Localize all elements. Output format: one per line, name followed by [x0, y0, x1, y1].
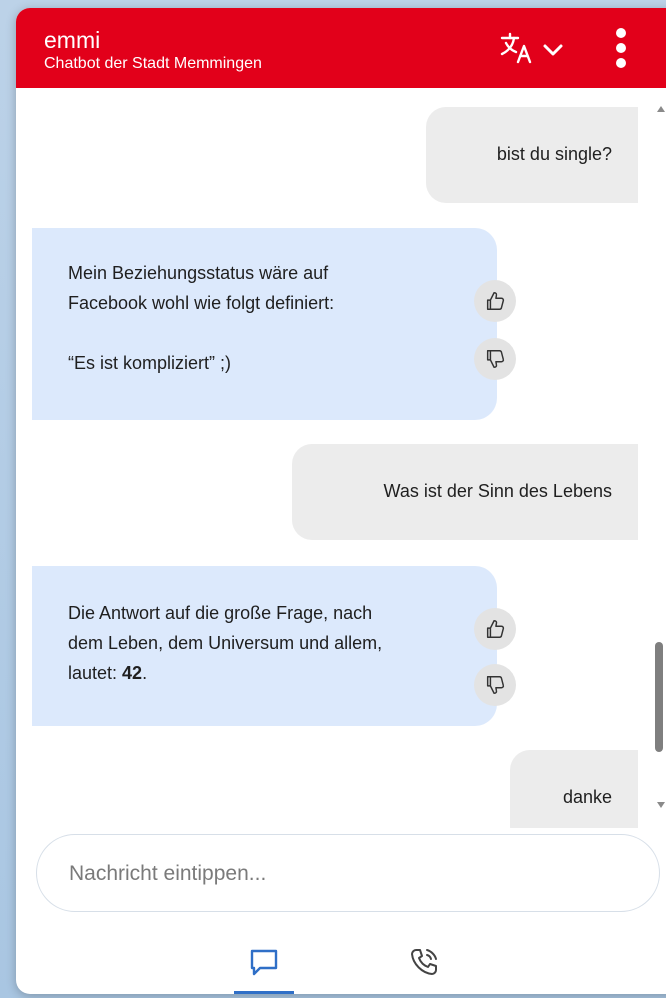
phone-call-icon	[411, 949, 437, 975]
more-vertical-icon	[616, 28, 626, 68]
tab-chat[interactable]	[234, 928, 294, 994]
chevron-down-icon	[543, 44, 563, 56]
message-input[interactable]	[67, 835, 631, 913]
bottom-tab-bar	[16, 928, 666, 994]
bot-name: emmi	[44, 27, 101, 53]
language-selector-button[interactable]	[500, 32, 566, 66]
thumbs-down-button[interactable]	[474, 664, 516, 706]
message-text: Was ist der Sinn des Lebens	[383, 481, 612, 501]
message-line: Facebook wohl wie folgt definiert:	[68, 293, 335, 313]
message-text: lautet:	[68, 663, 123, 683]
message-list: bist du single? Mein Beziehungsstatus wä…	[16, 88, 652, 828]
scroll-up-arrow-icon[interactable]	[657, 106, 665, 112]
message-line: Mein Beziehungsstatus wäre auf	[68, 263, 329, 283]
user-message: danke	[510, 750, 638, 828]
message-text: bist du single?	[496, 144, 612, 164]
chatbot-widget: emmi Chatbot der Stadt Memmingen bist du…	[16, 8, 666, 994]
bot-subtitle: Chatbot der Stadt Memmingen	[44, 55, 262, 72]
scroll-down-arrow-icon[interactable]	[657, 802, 665, 808]
chat-header: emmi Chatbot der Stadt Memmingen	[16, 8, 666, 88]
thumbs-up-button[interactable]	[474, 280, 516, 322]
answer-value: 42	[122, 663, 143, 683]
bot-message: Die Antwort auf die große Frage, nach de…	[32, 566, 497, 726]
bot-message: Mein Beziehungsstatus wäre auf Facebook …	[32, 228, 497, 420]
user-message: bist du single?	[426, 107, 638, 203]
message-line: “Es ist kompliziert” ;)	[68, 353, 232, 373]
thumbs-down-icon	[486, 676, 505, 694]
tab-call[interactable]	[394, 928, 454, 994]
thumbs-down-icon	[486, 350, 505, 368]
thumbs-up-icon	[486, 292, 505, 310]
user-message: Was ist der Sinn des Lebens	[292, 444, 638, 540]
more-menu-button[interactable]	[606, 26, 636, 72]
message-text: .	[142, 663, 148, 683]
chat-bubble-icon	[250, 949, 278, 976]
thumbs-down-button[interactable]	[474, 338, 516, 380]
translate-icon	[500, 32, 532, 64]
scrollbar-thumb[interactable]	[655, 642, 663, 752]
message-text: danke	[562, 787, 612, 807]
active-tab-indicator	[234, 991, 294, 994]
message-line: dem Leben, dem Universum und allem,	[68, 633, 383, 653]
message-line	[68, 318, 469, 348]
thumbs-up-icon	[486, 620, 505, 638]
thumbs-up-button[interactable]	[474, 608, 516, 650]
message-input-container	[36, 834, 660, 913]
message-line: lautet: 42.	[68, 658, 469, 688]
message-line: Die Antwort auf die große Frage, nach	[68, 603, 373, 623]
message-scrollbar[interactable]	[652, 102, 666, 822]
